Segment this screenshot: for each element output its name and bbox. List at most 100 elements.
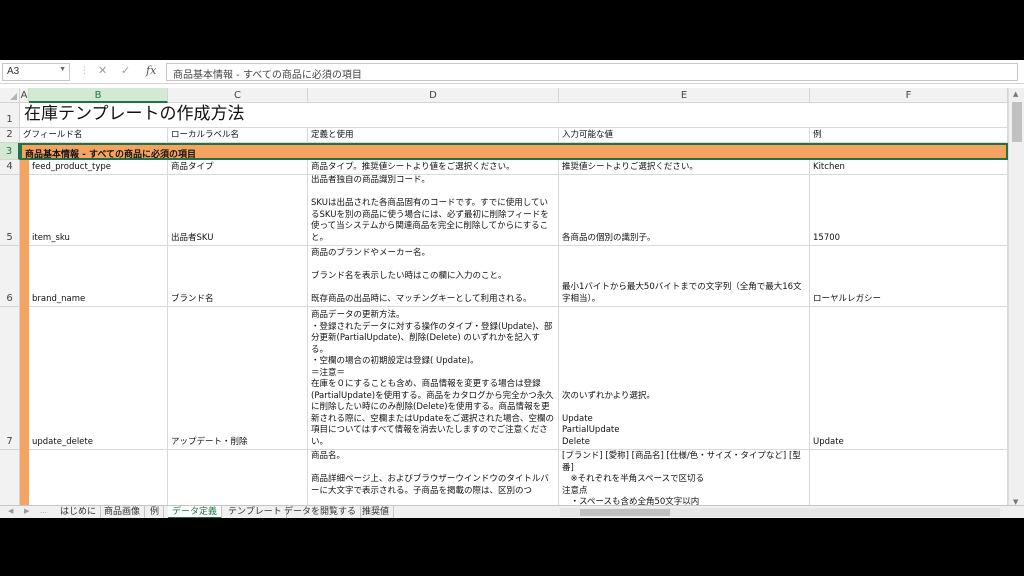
header-example[interactable]: 例 bbox=[810, 128, 1008, 143]
scroll-up-icon[interactable]: ▲ bbox=[1013, 90, 1018, 98]
cell-text: 出品者SKU bbox=[171, 232, 214, 243]
select-all-corner[interactable] bbox=[0, 88, 20, 103]
sheet-title-text: 在庫テンプレートの作成方法 bbox=[24, 104, 245, 125]
cell-text: item_sku bbox=[32, 232, 70, 243]
insert-function-icon[interactable]: fx bbox=[146, 64, 156, 77]
cell-field-name[interactable]: item_sku bbox=[29, 175, 168, 246]
cell-definition[interactable]: 出品者独自の商品識別コード。 SKUは出品された各商品固有のコードです。すでに使… bbox=[308, 175, 559, 246]
sheet-tab[interactable]: 例 bbox=[146, 506, 165, 518]
row-header-4[interactable]: 4 bbox=[0, 160, 20, 175]
row-header-7[interactable]: 7 bbox=[0, 307, 20, 450]
tab-scroll-right-icon[interactable]: ▶ bbox=[24, 507, 29, 515]
cell-definition[interactable]: 商品タイプ。推奨値シートより値をご選択ください。 bbox=[308, 160, 559, 175]
header-definition[interactable]: 定義と使用 bbox=[308, 128, 559, 143]
cell-text: feed_product_type bbox=[32, 161, 112, 172]
cell-text: 商品データの更新方法。 ・登録されたデータに対する操作のタイプ・登録(Updat… bbox=[311, 310, 555, 447]
cell-text: 商品のブランドやメーカー名。 ブランド名を表示したい時はこの欄に入力のこと。 既… bbox=[311, 247, 532, 304]
column-header-f[interactable]: F bbox=[810, 88, 1008, 103]
cell-local-label[interactable]: ブランド名 bbox=[168, 246, 308, 307]
sheet-title[interactable]: 在庫テンプレートの作成方法 bbox=[20, 103, 1008, 128]
column-header-a[interactable]: A bbox=[20, 88, 29, 103]
sheet-tab[interactable]: データを開覧する bbox=[280, 506, 362, 518]
header-example-text: 例 bbox=[813, 129, 822, 140]
cell-field-name[interactable]: brand_name bbox=[29, 246, 168, 307]
cell-local-label[interactable]: アップデート・削除 bbox=[168, 307, 308, 450]
cancel-icon[interactable]: ✕ bbox=[98, 64, 107, 77]
chevron-down-icon[interactable]: ▼ bbox=[59, 66, 66, 73]
cell-accepted-values[interactable]: 次のいずれかより選択。 Update PartialUpdate Delete bbox=[559, 307, 810, 450]
cell-definition[interactable]: 商品のブランドやメーカー名。 ブランド名を表示したい時はこの欄に入力のこと。 既… bbox=[308, 246, 559, 307]
cell-text: Update bbox=[813, 436, 844, 447]
column-header-e[interactable]: E bbox=[559, 88, 810, 103]
sheet-tab[interactable]: 推奨値 bbox=[358, 506, 395, 518]
sheet-tab[interactable]: 商品画像 bbox=[100, 506, 146, 518]
header-accepted-values-text: 入力可能な値 bbox=[562, 129, 614, 140]
row-header-6[interactable]: 6 bbox=[0, 246, 20, 307]
cell-definition[interactable]: 商品データの更新方法。 ・登録されたデータに対する操作のタイプ・登録(Updat… bbox=[308, 307, 559, 450]
cell-accepted-values[interactable]: 最小1バイトから最大50バイトまでの文字列（全角で最大16文字相当）。 bbox=[559, 246, 810, 307]
cell-local-label[interactable]: 商品タイプ bbox=[168, 160, 308, 175]
cell-text: 推奨値シートよりご選択ください。 bbox=[562, 161, 698, 172]
cell-text: [ブランド] [愛称] [商品名] [仕様/色・サイズ・タイプなど] [型番] … bbox=[562, 451, 801, 507]
cell-example[interactable]: Update bbox=[810, 307, 1008, 450]
tab-scroll-left-icon[interactable]: ◀ bbox=[8, 507, 13, 515]
cell-local-label[interactable] bbox=[168, 450, 308, 510]
cell-field-name[interactable]: update_delete bbox=[29, 307, 168, 450]
vertical-scroll-thumb[interactable] bbox=[1012, 102, 1022, 142]
sheet-tab-bar: ◀ ▶ … はじめに 商品画像 例 データ定義 テンプレート データを開覧する … bbox=[0, 505, 1024, 518]
horizontal-scrollbar[interactable] bbox=[560, 508, 1000, 517]
cell-example[interactable] bbox=[810, 450, 1008, 510]
formula-bar: A3 ▼ ⋮ ✕ ✓ fx 商品基本情報 - すべての商品に必須の項目 bbox=[0, 60, 1024, 84]
row-header-5[interactable]: 5 bbox=[0, 175, 20, 246]
section-color-bar bbox=[20, 160, 29, 510]
cell-text: brand_name bbox=[32, 293, 86, 304]
separator-icon: ⋮ bbox=[80, 66, 89, 76]
cell-local-label[interactable]: 出品者SKU bbox=[168, 175, 308, 246]
name-box[interactable]: A3 ▼ bbox=[2, 63, 70, 81]
cell-text: 15700 bbox=[813, 232, 841, 243]
section-banner[interactable]: 商品基本情報 - すべての商品に必須の項目 bbox=[20, 143, 1008, 160]
row-header-8[interactable] bbox=[0, 450, 20, 510]
column-header-d[interactable]: D bbox=[308, 88, 559, 103]
cell-text: 最小1バイトから最大50バイトまでの文字列（全角で最大16文字相当）。 bbox=[562, 282, 802, 304]
enter-icon[interactable]: ✓ bbox=[121, 64, 130, 77]
header-field-name[interactable]: グフィールド名 bbox=[20, 128, 168, 143]
cell-text: ローヤルレガシー bbox=[813, 293, 882, 304]
cell-accepted-values[interactable]: [ブランド] [愛称] [商品名] [仕様/色・サイズ・タイプなど] [型番] … bbox=[559, 450, 810, 510]
more-tabs-icon[interactable]: … bbox=[40, 507, 47, 515]
sheet-tab[interactable]: はじめに bbox=[56, 506, 102, 518]
cell-text: update_delete bbox=[32, 436, 93, 447]
cell-text: ブランド名 bbox=[171, 293, 214, 304]
header-accepted-values[interactable]: 入力可能な値 bbox=[559, 128, 810, 143]
cell-field-name[interactable] bbox=[29, 450, 168, 510]
cell-example[interactable]: 15700 bbox=[810, 175, 1008, 246]
cell-accepted-values[interactable]: 推奨値シートよりご選択ください。 bbox=[559, 160, 810, 175]
cell-text: 出品者独自の商品識別コード。 SKUは出品された各商品固有のコードです。すでに使… bbox=[311, 175, 549, 243]
column-header-b[interactable]: B bbox=[29, 88, 168, 103]
cell-text: 商品名。 商品詳細ページ上、およびブラウザーウインドウのタイトルバーに大文字で表… bbox=[311, 451, 549, 496]
cell-definition[interactable]: 商品名。 商品詳細ページ上、およびブラウザーウインドウのタイトルバーに大文字で表… bbox=[308, 450, 559, 510]
vertical-scrollbar[interactable]: ▲ ▼ bbox=[1008, 88, 1024, 508]
cell-accepted-values[interactable]: 各商品の個別の識別子。 bbox=[559, 175, 810, 246]
sheet-tab-active[interactable]: データ定義 bbox=[168, 506, 223, 518]
cell-text: 商品タイプ。推奨値シートより値をご選択ください。 bbox=[311, 161, 515, 172]
cell-reference: A3 bbox=[7, 66, 20, 77]
row-header-2[interactable]: 2 bbox=[0, 128, 20, 143]
header-definition-text: 定義と使用 bbox=[311, 129, 354, 140]
column-header-c[interactable]: C bbox=[168, 88, 308, 103]
cell-field-name[interactable]: feed_product_type bbox=[29, 160, 168, 175]
cell-grid: A B C D E F 1 2 3 4 5 6 7 在庫テンプレートの作成方法 … bbox=[0, 88, 1024, 510]
cell-example[interactable]: Kitchen bbox=[810, 160, 1008, 175]
spreadsheet-window: A3 ▼ ⋮ ✕ ✓ fx 商品基本情報 - すべての商品に必須の項目 A B … bbox=[0, 60, 1024, 518]
cell-text: 次のいずれかより選択。 Update PartialUpdate Delete bbox=[562, 390, 655, 447]
horizontal-scroll-thumb[interactable] bbox=[580, 509, 670, 516]
header-local-label-text: ローカルラベル名 bbox=[171, 129, 240, 140]
header-field-name-text: グフィールド名 bbox=[23, 129, 83, 140]
row-header-3[interactable]: 3 bbox=[0, 143, 20, 160]
formula-input[interactable]: 商品基本情報 - すべての商品に必須の項目 bbox=[166, 63, 1018, 81]
cell-text: 商品タイプ bbox=[171, 161, 214, 172]
sheet-tab[interactable]: テンプレート bbox=[224, 506, 287, 518]
cell-example[interactable]: ローヤルレガシー bbox=[810, 246, 1008, 307]
header-local-label[interactable]: ローカルラベル名 bbox=[168, 128, 308, 143]
row-header-1[interactable]: 1 bbox=[0, 103, 20, 128]
